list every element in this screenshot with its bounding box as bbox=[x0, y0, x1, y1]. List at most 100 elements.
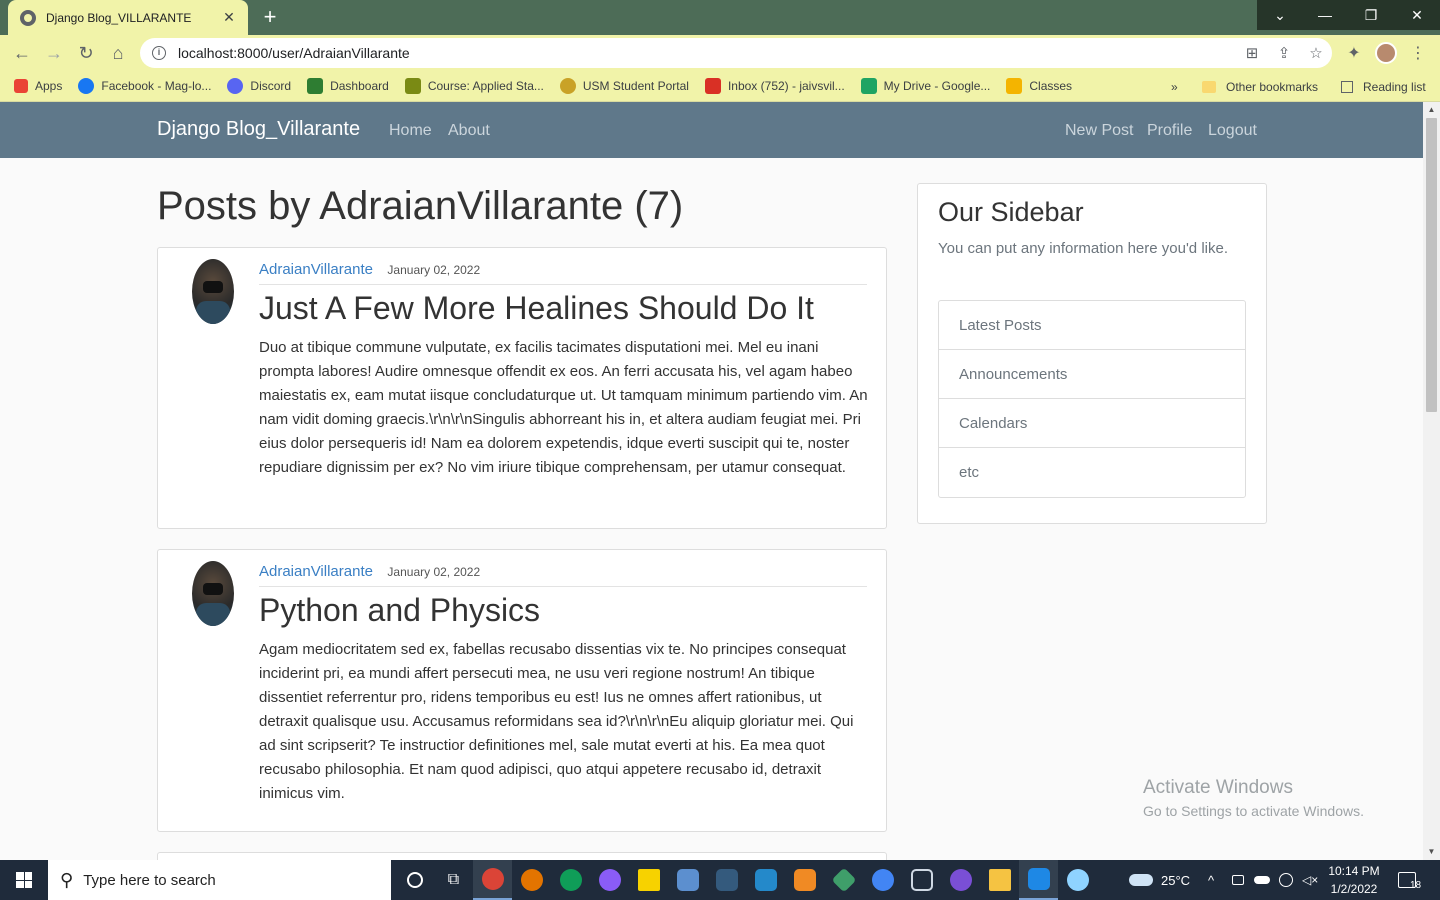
bookmark-star-icon[interactable]: ☆ bbox=[1300, 44, 1332, 62]
bookmark-dashboard[interactable]: Dashboard bbox=[307, 78, 389, 94]
sidebar-item-calendars[interactable]: Calendars bbox=[939, 399, 1245, 448]
home-icon[interactable]: ⌂ bbox=[102, 37, 134, 69]
minimize-button[interactable]: — bbox=[1302, 0, 1348, 30]
back-arrow-icon[interactable]: ← bbox=[6, 37, 38, 69]
profile-avatar[interactable] bbox=[1371, 38, 1401, 68]
address-bar[interactable]: i localhost:8000/user/AdraianVillarante … bbox=[140, 38, 1332, 68]
globe-tray-icon bbox=[1279, 873, 1293, 887]
url-text[interactable]: localhost:8000/user/AdraianVillarante bbox=[178, 45, 1236, 61]
bookmarks-overflow-button[interactable]: » bbox=[1171, 71, 1178, 102]
cortana-icon[interactable] bbox=[395, 860, 434, 900]
azure-data-studio-icon[interactable] bbox=[1019, 860, 1058, 900]
taskbar-search[interactable]: ⚲ Type here to search bbox=[48, 860, 391, 900]
notification-icon bbox=[1398, 872, 1416, 888]
other-bookmarks[interactable]: Other bookmarks bbox=[1202, 71, 1318, 102]
vscode-icon[interactable] bbox=[746, 860, 785, 900]
nav-profile[interactable]: Profile bbox=[1147, 122, 1192, 140]
start-button[interactable] bbox=[0, 860, 48, 900]
reload-icon[interactable]: ↻ bbox=[70, 37, 102, 69]
github-glyph-icon bbox=[949, 869, 972, 891]
restore-button[interactable]: ❐ bbox=[1348, 0, 1394, 30]
bookmark-gmail[interactable]: Inbox (752) - jaivsvil... bbox=[704, 78, 845, 94]
clock-date: 1/2/2022 bbox=[1330, 882, 1378, 896]
network-icon[interactable] bbox=[1279, 860, 1293, 900]
mysql-workbench-icon[interactable] bbox=[707, 860, 746, 900]
scrollbar-thumb[interactable] bbox=[1426, 118, 1437, 412]
share-icon[interactable]: ⇪ bbox=[1268, 44, 1300, 62]
tab-close-button[interactable]: ✕ bbox=[220, 9, 238, 26]
jupyter-glyph-icon bbox=[676, 869, 699, 891]
file-explorer-icon[interactable] bbox=[980, 860, 1019, 900]
sidebar-item-latest-posts[interactable]: Latest Posts bbox=[939, 301, 1245, 350]
sticky-notes-icon[interactable] bbox=[629, 860, 668, 900]
chrome-taskbar-icon[interactable] bbox=[473, 860, 512, 900]
meet-now-icon[interactable] bbox=[1232, 860, 1244, 900]
nav-home[interactable]: Home bbox=[389, 122, 432, 140]
sidebar-item-etc[interactable]: etc bbox=[939, 448, 1245, 497]
tray-overflow-button[interactable]: ^ bbox=[1208, 860, 1214, 900]
azure-glyph-icon bbox=[1027, 868, 1050, 890]
translate-icon[interactable]: ⊞ bbox=[1236, 44, 1268, 62]
sidebar-item-announcements[interactable]: Announcements bbox=[939, 350, 1245, 399]
menu-icon[interactable]: ⋮ bbox=[1403, 38, 1433, 68]
forward-arrow-icon[interactable]: → bbox=[38, 37, 70, 69]
post-title-link[interactable]: Python and Physics bbox=[259, 592, 540, 629]
site-info-icon[interactable]: i bbox=[152, 46, 166, 60]
post-author-link[interactable]: AdraianVillarante bbox=[259, 261, 373, 278]
close-window-button[interactable]: ✕ bbox=[1394, 0, 1440, 30]
weather-widget[interactable]: 25°C bbox=[1129, 860, 1190, 900]
scroll-up-icon[interactable]: ▲ bbox=[1423, 102, 1440, 118]
jupyter-icon[interactable] bbox=[668, 860, 707, 900]
paint-icon[interactable] bbox=[1058, 860, 1097, 900]
chrome-icon bbox=[481, 868, 504, 890]
windows-logo-icon bbox=[16, 872, 32, 888]
bookmark-facebook[interactable]: Facebook - Mag-lo... bbox=[78, 78, 211, 94]
browser-tab[interactable]: Django Blog_VILLARANTE ✕ bbox=[8, 0, 248, 35]
bookmark-drive[interactable]: My Drive - Google... bbox=[860, 78, 991, 94]
bookmark-classes[interactable]: Classes bbox=[1006, 78, 1072, 94]
onedrive-icon[interactable] bbox=[1254, 860, 1270, 900]
watermark-subtitle: Go to Settings to activate Windows. bbox=[1143, 803, 1364, 819]
post-title-link[interactable]: Just A Few More Healines Should Do It bbox=[259, 290, 814, 327]
scroll-down-icon[interactable]: ▼ bbox=[1423, 844, 1440, 860]
new-tab-button[interactable]: + bbox=[258, 4, 282, 30]
chrome-profile-4-icon[interactable] bbox=[863, 860, 902, 900]
bookmark-discord[interactable]: Discord bbox=[227, 78, 291, 94]
page-scrollbar[interactable]: ▲ ▼ bbox=[1423, 102, 1440, 860]
bookmark-course[interactable]: Course: Applied Sta... bbox=[404, 78, 544, 94]
site-brand[interactable]: Django Blog_Villarante bbox=[157, 118, 360, 141]
clock-time: 10:14 PM bbox=[1328, 864, 1380, 878]
nav-logout[interactable]: Logout bbox=[1208, 122, 1257, 140]
nav-new-post[interactable]: New Post bbox=[1065, 122, 1133, 140]
bookmark-apps[interactable]: Apps bbox=[14, 79, 62, 93]
author-avatar bbox=[192, 561, 234, 626]
git-kraken-icon[interactable] bbox=[824, 860, 863, 900]
post-meta: AdraianVillarante January 02, 2022 bbox=[259, 563, 867, 587]
reading-list-label: Reading list bbox=[1363, 79, 1426, 94]
classroom-icon bbox=[1006, 78, 1023, 94]
bookmark-label: Course: Applied Sta... bbox=[427, 79, 544, 93]
taskbar-clock[interactable]: 10:14 PM 1/2/2022 bbox=[1326, 862, 1382, 898]
bookmark-label: My Drive - Google... bbox=[883, 79, 991, 93]
bookmark-usm-portal[interactable]: USM Student Portal bbox=[559, 78, 689, 94]
tab-title: Django Blog_VILLARANTE bbox=[46, 10, 192, 25]
post-author-link[interactable]: AdraianVillarante bbox=[259, 563, 373, 580]
site-navbar: Django Blog_Villarante Home About New Po… bbox=[0, 102, 1423, 158]
virtualbox-icon[interactable] bbox=[902, 860, 941, 900]
bookmark-label: Dashboard bbox=[330, 79, 389, 93]
tab-search-button[interactable]: ⌄ bbox=[1257, 0, 1303, 30]
volume-muted-icon[interactable]: ◁× bbox=[1302, 860, 1318, 900]
sublime-glyph-icon bbox=[793, 869, 816, 891]
chrome-profile-2-icon[interactable] bbox=[512, 860, 551, 900]
messenger-icon[interactable] bbox=[590, 860, 629, 900]
reading-list[interactable]: Reading list bbox=[1341, 71, 1426, 102]
chrome-profile-3-icon[interactable] bbox=[551, 860, 590, 900]
post-card-partial bbox=[157, 852, 887, 860]
extensions-icon[interactable]: ✦ bbox=[1339, 38, 1369, 68]
notifications-button[interactable]: 18 bbox=[1398, 860, 1421, 900]
github-desktop-icon[interactable] bbox=[941, 860, 980, 900]
nav-about[interactable]: About bbox=[448, 122, 490, 140]
messenger-glyph-icon bbox=[598, 869, 621, 891]
task-view-icon[interactable]: ⧉ bbox=[434, 860, 473, 900]
sublime-text-icon[interactable] bbox=[785, 860, 824, 900]
